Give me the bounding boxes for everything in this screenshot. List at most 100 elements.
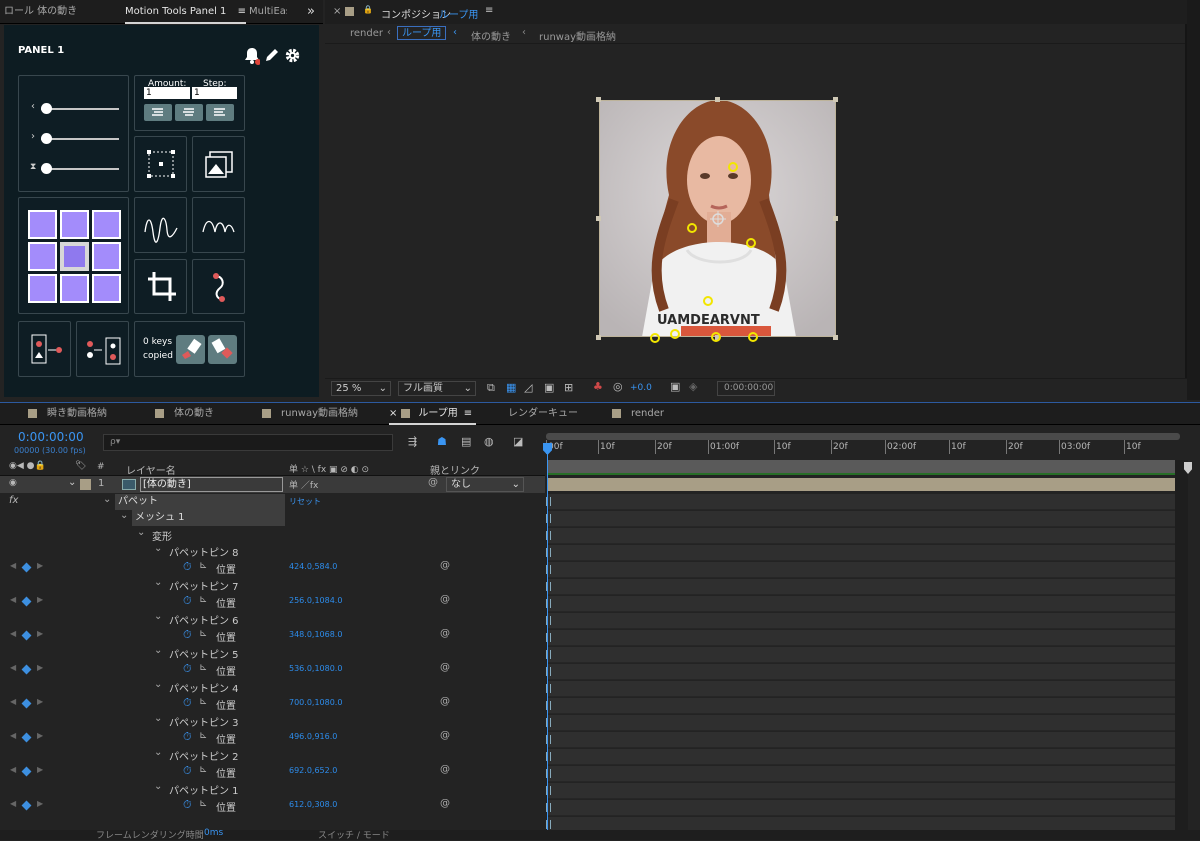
layer-visibility-eye-icon[interactable]: ◉	[9, 478, 17, 488]
next-keyframe-icon[interactable]: ▶	[37, 765, 43, 774]
timeline-track-row[interactable]	[548, 528, 1175, 544]
anchor-bottom-center[interactable]	[60, 274, 89, 303]
crop-button[interactable]	[134, 259, 187, 314]
align-right-button[interactable]	[206, 104, 234, 121]
keyframe-icon[interactable]	[21, 732, 32, 743]
expression-pickwhip-icon[interactable]: @	[440, 560, 450, 571]
show-snapshot-icon[interactable]: ◈	[689, 380, 697, 393]
bounds-handle-mr[interactable]	[833, 216, 838, 221]
tab-runway-comp[interactable]: runway動画格納	[262, 403, 358, 425]
next-keyframe-icon[interactable]: ▶	[37, 799, 43, 808]
timeline-track-row[interactable]	[548, 613, 1175, 629]
current-timecode[interactable]: 0:00:00:00	[18, 430, 84, 444]
position-value[interactable]: 536.0,1080.0	[289, 664, 342, 673]
layer-twirl-chevron-icon[interactable]: ⌄	[68, 477, 76, 488]
work-area-bar[interactable]	[546, 433, 1180, 440]
layer-switches[interactable]: 单 ／fx	[289, 478, 318, 491]
timeline-track-row[interactable]	[548, 630, 1175, 646]
timeline-scrollbar[interactable]	[1175, 460, 1188, 840]
layer-search-input[interactable]: ρ▾	[103, 434, 393, 451]
bounds-handle-tc[interactable]	[715, 97, 720, 102]
expression-pickwhip-icon[interactable]: @	[440, 730, 450, 741]
tab-body-comp[interactable]: 体の動き	[155, 403, 214, 425]
stopwatch-icon[interactable]: ⏱	[183, 798, 192, 812]
amount-input[interactable]: 1	[144, 87, 190, 99]
breadcrumb-loop[interactable]: ループ用	[397, 26, 447, 40]
snapshot-camera-icon[interactable]: ▣	[670, 380, 680, 393]
keyframe-icon[interactable]	[21, 596, 32, 607]
bounce-button[interactable]	[192, 197, 245, 253]
parent-select[interactable]: なし ⌄	[446, 477, 524, 492]
region-of-interest-icon[interactable]: ▣	[544, 381, 554, 394]
transparency-grid-icon[interactable]: ▦	[506, 381, 516, 394]
duration-slider-track[interactable]	[41, 168, 119, 170]
tab-roll[interactable]: ロール 体の動き	[4, 0, 77, 24]
anchor-top-right[interactable]	[92, 210, 121, 239]
timeline-track-row[interactable]	[548, 664, 1175, 680]
tab-render-comp[interactable]: render	[612, 403, 664, 425]
stopwatch-icon[interactable]: ⏱	[183, 594, 192, 608]
comp-flowchart-icon[interactable]: ⇶	[408, 435, 417, 448]
expression-pickwhip-icon[interactable]: @	[440, 594, 450, 605]
pencil-icon[interactable]	[264, 47, 280, 63]
timeline-track-row[interactable]	[548, 511, 1175, 527]
stopwatch-icon[interactable]: ⏱	[183, 628, 192, 642]
pin-twirl-chevron-icon[interactable]: ⌄	[154, 781, 162, 792]
puppet-effect-label[interactable]: パペット	[115, 494, 285, 510]
stopwatch-icon[interactable]: ⏱	[183, 730, 192, 744]
shy-layers-icon[interactable]: ☗	[437, 435, 447, 448]
prev-keyframe-icon[interactable]: ◀	[10, 697, 16, 706]
graph-icon[interactable]: ⊾	[199, 628, 207, 639]
tab-blink-comp[interactable]: 瞬き動画格納	[28, 403, 107, 425]
anchor-bottom-left[interactable]	[28, 274, 57, 303]
align-left-button[interactable]	[144, 104, 172, 121]
graph-icon[interactable]: ⊾	[199, 730, 207, 741]
position-value[interactable]: 256.0,1084.0	[289, 596, 342, 605]
anchor-top-left[interactable]	[28, 210, 57, 239]
pin-twirl-chevron-icon[interactable]: ⌄	[154, 713, 162, 724]
timeline-track-row[interactable]	[548, 562, 1175, 578]
stopwatch-icon[interactable]: ⏱	[183, 662, 192, 676]
comp-menu-icon[interactable]: ≡	[485, 5, 493, 16]
panel-menu-icon[interactable]: ≡	[238, 6, 246, 17]
layer-row-1[interactable]: ◉ ⌄ 1 [体の動き] 单 ／fx @ なし ⌄	[0, 476, 545, 493]
anchor-box-button[interactable]	[134, 136, 187, 192]
keyframe-icon[interactable]	[21, 698, 32, 709]
keyframe-icon[interactable]	[21, 766, 32, 777]
ease-in-slider-knob[interactable]	[41, 103, 52, 114]
prev-keyframe-icon[interactable]: ◀	[10, 765, 16, 774]
lock-icon[interactable]: 🔒	[363, 5, 373, 14]
align-center-button[interactable]	[175, 104, 203, 121]
timeline-track-row[interactable]	[548, 647, 1175, 663]
next-keyframe-icon[interactable]: ▶	[37, 561, 43, 570]
timeline-track-row[interactable]	[548, 766, 1175, 782]
copy-from-layer-button[interactable]	[76, 321, 129, 377]
timeline-track-row[interactable]	[548, 494, 1175, 510]
pin-twirl-chevron-icon[interactable]: ⌄	[154, 747, 162, 758]
viewer-timecode[interactable]: 0:00:00:00	[717, 381, 775, 396]
stopwatch-icon[interactable]: ⏱	[183, 764, 192, 778]
graph-icon[interactable]: ⊾	[199, 560, 207, 571]
keyframe-icon[interactable]	[21, 664, 32, 675]
layers-stack-button[interactable]	[192, 136, 245, 192]
bounds-handle-ml[interactable]	[596, 216, 601, 221]
frame-blending-icon[interactable]: ▤	[461, 435, 471, 448]
prev-keyframe-icon[interactable]: ◀	[10, 731, 16, 740]
anchor-top-center[interactable]	[60, 210, 89, 239]
anchor-point-icon[interactable]	[710, 211, 726, 227]
puppet-pin-2[interactable]	[746, 238, 756, 248]
layer-label-swatch[interactable]	[80, 479, 91, 490]
timeline-track-row[interactable]	[548, 732, 1175, 748]
bounds-handle-br[interactable]	[833, 335, 838, 340]
pin-twirl-chevron-icon[interactable]: ⌄	[154, 645, 162, 656]
layer-name-field[interactable]: [体の動き]	[140, 477, 283, 492]
prev-keyframe-icon[interactable]: ◀	[10, 595, 16, 604]
next-keyframe-icon[interactable]: ▶	[37, 697, 43, 706]
breadcrumb-render[interactable]: render	[350, 28, 383, 39]
exposure-value[interactable]: +0.0	[630, 383, 652, 393]
puppet-pin-3[interactable]	[703, 296, 713, 306]
wiggle-button[interactable]	[134, 197, 187, 253]
layer-1-duration-bar[interactable]	[548, 478, 1175, 491]
timeline-track-row[interactable]	[548, 698, 1175, 714]
position-value[interactable]: 700.0,1080.0	[289, 698, 342, 707]
